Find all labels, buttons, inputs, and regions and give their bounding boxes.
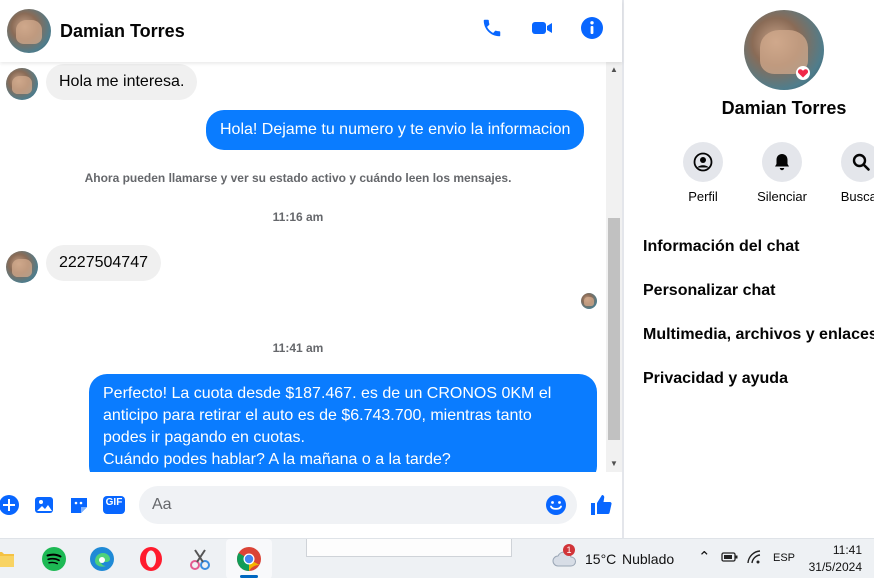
plus-icon[interactable] — [0, 494, 20, 516]
windows-taskbar: 1 15°C Nublado ⌃ ESP 11:41 31/5/2024 — [0, 538, 874, 578]
heart-badge-icon — [796, 66, 810, 80]
menu-customize-chat[interactable]: Personalizar chat — [643, 282, 776, 300]
profile-name: Damian Torres — [721, 98, 847, 118]
scroll-down-icon[interactable]: ▼ — [606, 456, 622, 470]
timestamp: 11:41 am — [272, 341, 324, 355]
seen-receipt-avatar — [581, 293, 597, 309]
timestamp: 11:16 am — [272, 210, 324, 224]
menu-privacy-help[interactable]: Privacidad y ayuda — [643, 370, 788, 388]
action-label: Buscar — [840, 189, 874, 204]
profile-icon[interactable] — [683, 142, 723, 182]
system-notice: Ahora pueden llamarse y ver su estado ac… — [84, 171, 512, 185]
weather-alert-badge: 1 — [563, 544, 575, 556]
gif-icon[interactable]: GIF — [102, 494, 126, 516]
cloud-weather-icon[interactable]: 1 — [550, 544, 580, 573]
message-input-wrapper — [139, 486, 577, 524]
wifi-icon[interactable] — [745, 547, 765, 567]
scroll-up-icon[interactable]: ▲ — [606, 62, 622, 76]
chat-window: Damian Torres Hola me interesa. Hola! De… — [0, 0, 622, 538]
sender-avatar[interactable] — [6, 251, 38, 283]
sender-avatar[interactable] — [6, 68, 38, 100]
gif-label: GIF — [105, 497, 123, 508]
window-peek-preview — [306, 539, 512, 557]
video-call-icon[interactable] — [530, 16, 554, 40]
clock-time: 11:41 — [832, 543, 862, 557]
message-list[interactable]: Hola me interesa. Hola! Dejame tu numero… — [0, 62, 606, 472]
contact-name[interactable]: Damian Torres — [60, 21, 185, 42]
opera-browser-icon[interactable] — [137, 545, 165, 573]
message-line: Perfecto! La cuota desde $187.467. es de… — [103, 385, 552, 402]
chat-header: Damian Torres — [0, 0, 622, 62]
menu-media-files-links[interactable]: Multimedia, archivos y enlaces — [643, 326, 874, 344]
action-profile[interactable]: Perfil — [663, 142, 743, 204]
sticker-icon[interactable] — [68, 494, 90, 516]
phone-icon[interactable] — [480, 16, 504, 40]
photo-icon[interactable] — [33, 494, 55, 516]
message-scrollbar[interactable]: ▲ ▼ — [606, 62, 622, 472]
message-incoming[interactable]: 2227504747 — [46, 245, 161, 281]
header-actions — [480, 16, 604, 40]
file-explorer-icon[interactable] — [0, 545, 18, 573]
contact-avatar[interactable] — [7, 9, 51, 53]
action-mute[interactable]: Silenciar — [742, 142, 822, 204]
info-icon[interactable] — [580, 16, 604, 40]
message-line: anticipo para retirar el auto es de $6.7… — [103, 407, 532, 424]
search-icon[interactable] — [841, 142, 874, 182]
bell-icon[interactable] — [762, 142, 802, 182]
action-label: Perfil — [688, 189, 718, 204]
chrome-browser-icon[interactable] — [235, 545, 263, 573]
thumbs-up-icon[interactable] — [588, 492, 614, 518]
action-search[interactable]: Buscar — [821, 142, 874, 204]
spotify-icon[interactable] — [40, 545, 68, 573]
weather-description[interactable]: Nublado — [622, 551, 674, 567]
weather-temperature[interactable]: 15°C — [585, 551, 616, 567]
edge-browser-icon[interactable] — [88, 545, 116, 573]
battery-icon[interactable] — [720, 547, 740, 567]
chat-info-panel: Damian Torres Perfil Silenciar Buscar In… — [624, 0, 874, 538]
emoji-icon[interactable] — [545, 494, 567, 516]
system-clock[interactable]: 11:41 31/5/2024 — [809, 542, 862, 576]
message-outgoing[interactable]: Hola! Dejame tu numero y te envio la inf… — [206, 110, 585, 150]
language-indicator[interactable]: ESP — [773, 552, 795, 564]
message-line: podes ir pagando en cuotas. — [103, 429, 305, 446]
profile-avatar[interactable] — [744, 10, 824, 90]
message-line: Cuándo podes hablar? A la mañana o a la … — [103, 451, 451, 468]
composer: GIF — [0, 478, 622, 534]
message-incoming[interactable]: Hola me interesa. — [46, 64, 198, 100]
tray-chevron-up-icon[interactable]: ⌃ — [698, 548, 711, 566]
message-outgoing[interactable]: Perfecto! La cuota desde $187.467. es de… — [89, 374, 597, 472]
scroll-thumb[interactable] — [608, 218, 620, 440]
action-label: Silenciar — [757, 189, 807, 204]
snipping-tool-icon[interactable] — [186, 545, 214, 573]
message-input[interactable] — [139, 486, 519, 524]
clock-date: 31/5/2024 — [808, 560, 862, 574]
menu-chat-info[interactable]: Información del chat — [643, 238, 799, 256]
